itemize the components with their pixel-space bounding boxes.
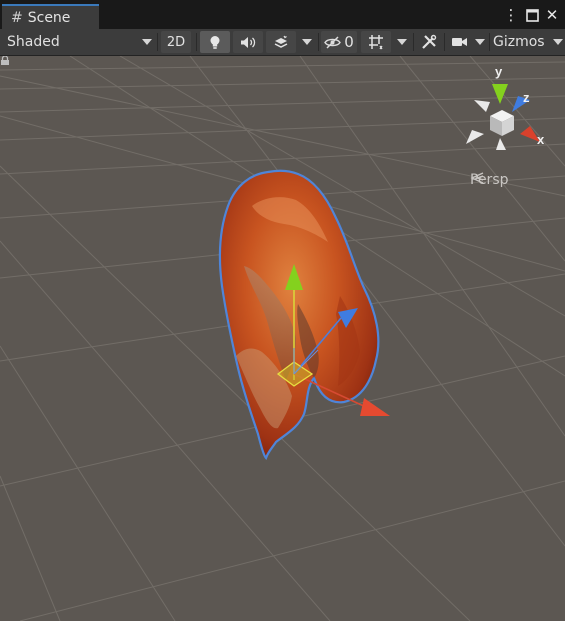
gizmo-y-cone[interactable] [492,84,508,104]
chevron-down-icon [475,39,485,45]
lock-icon[interactable] [0,56,10,65]
tab-bar: # Scene ⋮ ✕ [0,0,565,29]
camera-dropdown[interactable] [472,31,488,53]
gizmo-neg-y-cone[interactable] [496,138,506,150]
layers-effects-icon [274,35,288,48]
toolbar-divider [489,33,490,51]
audio-toggle-button[interactable] [233,31,263,53]
tab-scene[interactable]: # Scene [2,4,99,29]
gizmos-label: Gizmos [493,34,545,50]
gizmos-dropdown[interactable] [551,31,565,53]
gizmo-neg-z-cone[interactable] [474,100,490,112]
toggle-2d-button[interactable]: 2D [161,31,191,53]
scene-viewport[interactable]: y z x Persp [0,56,565,621]
toolbar-divider [157,33,158,51]
toolbar-divider [413,33,414,51]
shading-mode-dropdown[interactable]: Shaded [7,31,152,53]
grid-icon [369,35,383,50]
scene-toolbar: Shaded 2D 0 Gizmos [0,29,565,56]
chevron-down-icon [553,39,563,45]
chevron-down-icon [142,39,152,45]
tab-scene-label: Scene [27,9,71,26]
more-options-icon[interactable]: ⋮ [503,6,519,24]
toggle-2d-label: 2D [166,34,186,50]
eye-slash-icon [324,35,342,49]
tools-button[interactable] [416,31,442,53]
x-axis-handle[interactable] [360,398,390,416]
effects-toggle-button[interactable] [266,31,296,53]
toolbar-divider [444,33,445,51]
shading-mode-label: Shaded [7,34,60,50]
lighting-toggle-button[interactable] [200,31,230,53]
hash-icon: # [11,9,23,26]
speaker-icon [241,36,256,48]
gizmos-button[interactable]: Gizmos [493,31,545,53]
close-icon[interactable]: ✕ [543,6,561,24]
hidden-count: 0 [344,33,354,51]
gizmo-neg-x-cone[interactable] [466,130,484,144]
perspective-icon [470,172,484,184]
scene-canvas[interactable]: y z x [0,56,565,621]
gizmo-x-label: x [537,132,545,147]
gizmo-y-label: y [495,64,503,79]
grid-dropdown[interactable] [393,31,411,53]
lightbulb-icon [210,35,220,49]
camera-icon [451,38,467,46]
projection-toggle[interactable]: Persp [470,172,509,188]
chevron-down-icon [397,39,407,45]
hidden-objects-toggle[interactable]: 0 [321,31,357,53]
gizmo-z-label: z [523,90,530,105]
chevron-down-icon [302,39,312,45]
orientation-gizmo[interactable]: y z x [466,64,545,150]
toolbar-divider [318,33,319,51]
maximize-icon[interactable] [523,6,541,24]
grid-toggle-button[interactable] [361,31,391,53]
camera-button[interactable] [447,31,471,53]
toolbar-divider [196,33,197,51]
tools-icon [422,34,437,49]
effects-dropdown[interactable] [298,31,316,53]
